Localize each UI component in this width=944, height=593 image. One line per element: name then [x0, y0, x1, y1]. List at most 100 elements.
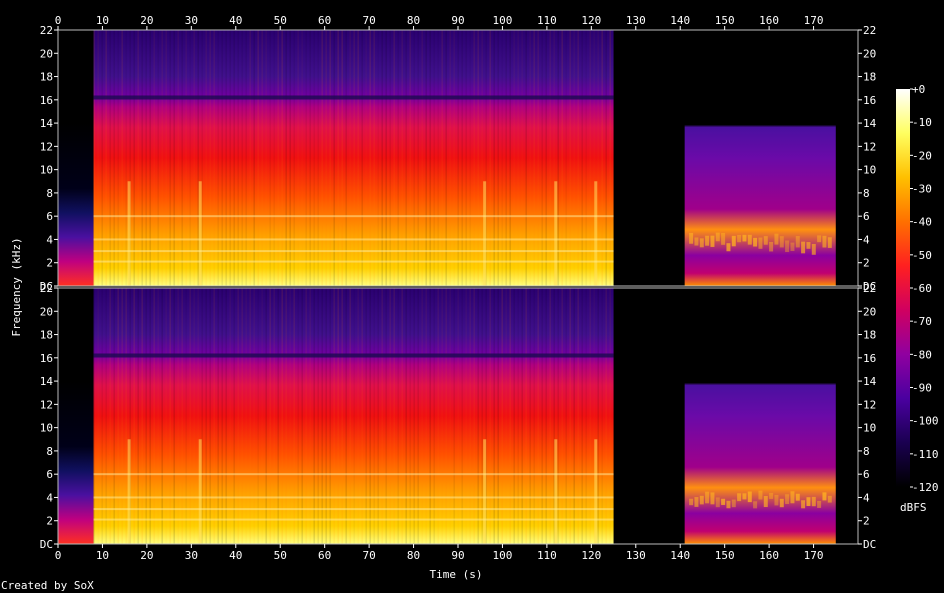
texture-streak	[345, 30, 347, 286]
texture-streak	[353, 288, 355, 544]
x-tick-label-bottom: 0	[55, 549, 62, 562]
harmonic-band	[93, 260, 614, 263]
texture-streak	[465, 288, 467, 544]
texture-streak	[217, 288, 219, 544]
y-tick-label-right: 20	[863, 47, 876, 60]
y-tick-label-left: 12	[40, 398, 53, 411]
y-tick-label-left: 22	[40, 282, 53, 295]
texture-streak	[177, 288, 179, 544]
texture-streak	[117, 30, 119, 286]
texture-streak	[569, 30, 571, 286]
texture-streak	[97, 30, 99, 286]
texture-streak	[185, 288, 187, 544]
texture-streak	[237, 288, 239, 544]
noise-burst	[747, 491, 752, 503]
colorbar-tick-label: -60	[912, 282, 932, 295]
texture-streak	[169, 30, 171, 286]
texture-streak	[473, 288, 475, 544]
y-tick-label-right: 18	[863, 71, 876, 84]
y-tick-label-left: 2	[46, 257, 53, 270]
texture-streak	[581, 288, 583, 544]
transient-line	[594, 181, 598, 286]
x-tick-label-top: 50	[274, 14, 287, 27]
texture-streak	[317, 30, 319, 286]
texture-streak	[185, 30, 187, 286]
texture-streak	[337, 288, 339, 544]
y-tick-label-right: 4	[863, 491, 870, 504]
x-tick-label-bottom: 100	[493, 549, 513, 562]
y-tick-label-right: 6	[863, 468, 870, 481]
texture-streak	[377, 288, 379, 544]
y-tick-label-left: 6	[46, 468, 53, 481]
texture-streak	[585, 30, 587, 286]
x-tick-label-bottom: 40	[229, 549, 242, 562]
noise-burst	[774, 233, 779, 245]
texture-streak	[269, 30, 271, 286]
texture-streak	[213, 288, 215, 544]
x-tick-label-top: 150	[715, 14, 735, 27]
harmonic-band	[93, 508, 614, 511]
texture-streak	[365, 30, 367, 286]
y-tick-label-right: 14	[863, 117, 877, 130]
noise-burst	[822, 235, 827, 248]
texture-streak	[433, 288, 435, 544]
texture-streak	[153, 288, 155, 544]
texture-streak	[569, 288, 571, 544]
texture-streak	[305, 30, 307, 286]
x-tick-label-top: 120	[581, 14, 601, 27]
texture-streak	[265, 30, 267, 286]
transient-line	[483, 439, 487, 544]
noise-burst	[811, 243, 816, 255]
texture-streak	[133, 288, 135, 544]
texture-streak	[353, 30, 355, 286]
texture-streak	[361, 288, 363, 544]
texture-streak	[345, 288, 347, 544]
texture-streak	[537, 30, 539, 286]
texture-streak	[545, 30, 547, 286]
noise-burst	[737, 493, 742, 502]
noise-burst	[801, 241, 806, 254]
texture-streak	[557, 288, 559, 544]
texture-streak	[389, 30, 391, 286]
texture-streak	[341, 30, 343, 286]
texture-streak	[121, 30, 123, 286]
x-tick-label-bottom: 150	[715, 549, 735, 562]
texture-streak	[469, 288, 471, 544]
texture-streak	[561, 30, 563, 286]
y-tick-label-right: 16	[863, 352, 876, 365]
texture-streak	[545, 288, 547, 544]
texture-streak	[321, 30, 323, 286]
noise-burst	[779, 236, 784, 248]
transient-line	[594, 439, 598, 544]
texture-streak	[277, 288, 279, 544]
texture-streak	[417, 288, 419, 544]
y-axis-title: Frequency (kHz)	[10, 237, 23, 336]
texture-streak	[477, 30, 479, 286]
texture-streak	[477, 288, 479, 544]
colorbar-tick-label: +0	[912, 83, 925, 96]
harmonic-band	[93, 215, 614, 218]
footer-credit: Created by SoX	[1, 579, 94, 592]
noise-burst	[769, 241, 774, 252]
texture-streak	[233, 30, 235, 286]
y-tick-label-left: 18	[40, 329, 53, 342]
texture-streak	[357, 30, 359, 286]
texture-streak	[161, 30, 163, 286]
texture-streak	[601, 288, 603, 544]
x-tick-label-bottom: 50	[274, 549, 287, 562]
noise-burst	[753, 237, 758, 247]
texture-streak	[201, 288, 203, 544]
texture-streak	[253, 288, 255, 544]
texture-streak	[529, 288, 531, 544]
texture-streak	[97, 288, 99, 544]
texture-streak	[565, 288, 567, 544]
noise-burst	[705, 491, 710, 504]
texture-streak	[497, 30, 499, 286]
noise-burst	[726, 500, 731, 509]
colorbar-tick-label: -30	[912, 183, 932, 196]
texture-streak	[501, 288, 503, 544]
texture-streak	[173, 30, 175, 286]
texture-streak	[413, 288, 415, 544]
noise-burst	[747, 234, 752, 245]
texture-streak	[369, 288, 371, 544]
